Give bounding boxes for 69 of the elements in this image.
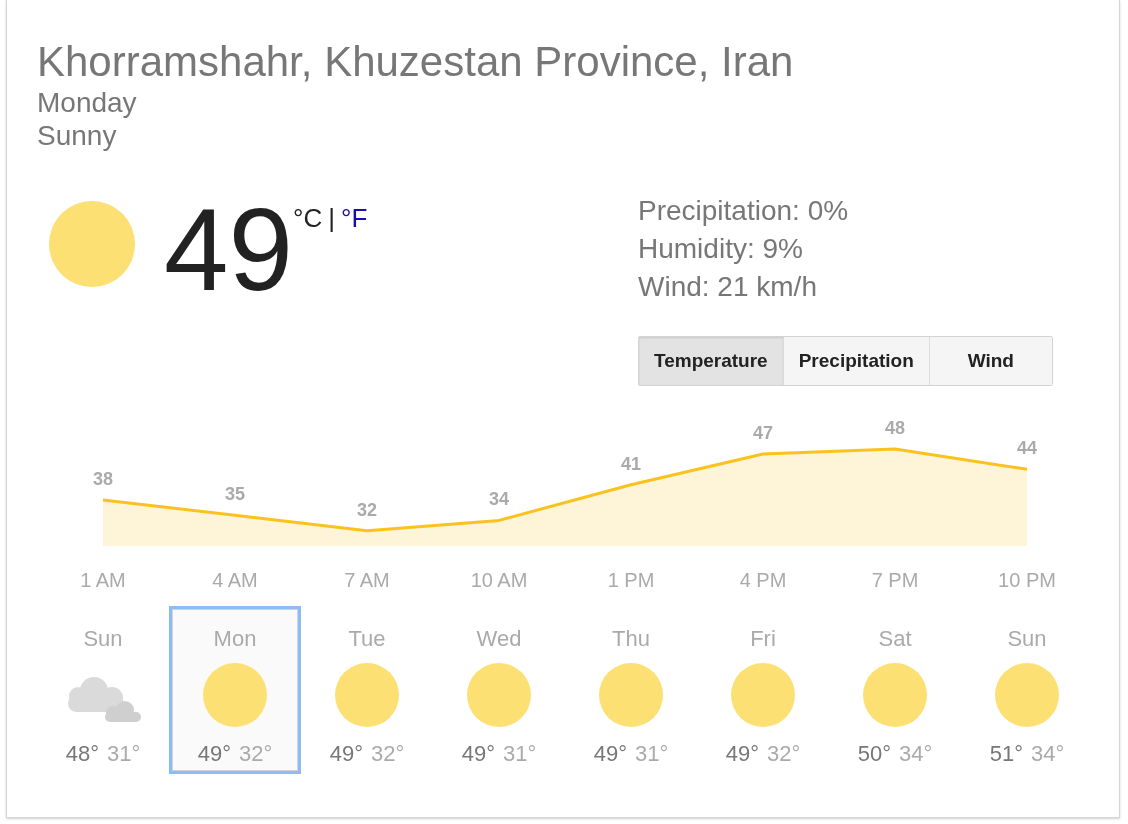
axis-tick-label: 7 AM bbox=[344, 569, 390, 591]
high-temp: 49° bbox=[725, 741, 759, 767]
axis-tick-label: 10 AM bbox=[470, 569, 528, 591]
high-temp: 48° bbox=[65, 741, 99, 767]
forecast-day-tile[interactable]: Thu 49° 31° bbox=[565, 606, 697, 774]
low-temp: 32° bbox=[239, 741, 273, 767]
high-temp: 49° bbox=[197, 741, 231, 767]
day-label: Monday bbox=[37, 86, 138, 119]
forecast-day-tile[interactable]: Sun 51° 34° bbox=[961, 606, 1093, 774]
day-name: Sun bbox=[83, 626, 123, 652]
data-label: 44 bbox=[1017, 438, 1037, 459]
low-temp: 32° bbox=[371, 741, 405, 767]
high-temp: 49° bbox=[461, 741, 495, 767]
day-name: Fri bbox=[750, 626, 776, 652]
chart-tab[interactable]: Temperature bbox=[639, 337, 783, 385]
sun-icon bbox=[863, 663, 927, 727]
condition-text: Sunny bbox=[37, 119, 118, 152]
location-title: Khorramshahr, Khuzestan Province, Iran bbox=[37, 38, 795, 86]
data-label: 38 bbox=[93, 469, 113, 489]
high-temp: 49° bbox=[329, 741, 363, 767]
day-name: Mon bbox=[213, 626, 257, 652]
day-name: Thu bbox=[612, 626, 650, 652]
sun-icon bbox=[335, 663, 399, 727]
sun-icon bbox=[49, 201, 135, 287]
data-label: 34 bbox=[489, 489, 509, 510]
high-temp: 50° bbox=[857, 741, 891, 767]
day-name: Sun bbox=[1007, 626, 1047, 652]
high-temp: 51° bbox=[989, 741, 1023, 767]
temperature-value: 49 bbox=[164, 192, 294, 308]
low-temp: 34° bbox=[1031, 741, 1065, 767]
forecast-day-tile[interactable]: Tue 49° 32° bbox=[301, 606, 433, 774]
data-label: 41 bbox=[621, 453, 641, 474]
low-temp: 31° bbox=[503, 741, 537, 767]
sun-icon bbox=[731, 663, 795, 727]
cloud-icon bbox=[65, 676, 141, 722]
data-label: 48 bbox=[885, 417, 905, 438]
axis-tick-label: 4 AM bbox=[212, 569, 258, 591]
data-label: 35 bbox=[225, 484, 245, 505]
forecast-day-tile[interactable]: Wed 49° 31° bbox=[433, 606, 565, 774]
day-name: Wed bbox=[476, 626, 522, 652]
sun-icon bbox=[599, 663, 663, 727]
sun-icon bbox=[467, 663, 531, 727]
chart-tab[interactable]: Wind bbox=[928, 337, 1052, 385]
axis-tick-label: 1 AM bbox=[80, 569, 126, 591]
axis-tick-label: 4 PM bbox=[739, 569, 787, 591]
sun-icon bbox=[203, 663, 267, 727]
forecast-day-tile[interactable]: Mon 49° 32° bbox=[169, 606, 301, 774]
unit-toggle[interactable]: °C bbox=[293, 203, 323, 233]
forecast-day-tile[interactable]: Sun 48° 31° bbox=[37, 606, 169, 774]
data-label: 32 bbox=[357, 499, 377, 520]
forecast-day-tile[interactable]: Sat 50° 34° bbox=[829, 606, 961, 774]
forecast-day-tile[interactable]: Fri 49° 32° bbox=[697, 606, 829, 774]
unit-separator: | bbox=[328, 203, 335, 233]
low-temp: 31° bbox=[635, 741, 669, 767]
axis-tick-label: 10 PM bbox=[998, 569, 1056, 591]
data-label: 47 bbox=[753, 423, 773, 443]
weather-detail: Precipitation: 0% bbox=[638, 194, 849, 228]
low-temp: 32° bbox=[767, 741, 801, 767]
low-temp: 31° bbox=[107, 741, 141, 767]
weather-detail: Wind: 21 km/h bbox=[638, 270, 817, 304]
axis-tick-label: 7 PM bbox=[871, 569, 919, 591]
sun-icon bbox=[995, 663, 1059, 727]
day-name: Sat bbox=[878, 626, 912, 652]
unit-toggle[interactable]: °F bbox=[341, 203, 368, 233]
high-temp: 49° bbox=[593, 741, 627, 767]
weather-detail: Humidity: 9% bbox=[638, 232, 803, 266]
axis-tick-label: 1 PM bbox=[607, 569, 655, 591]
day-name: Tue bbox=[348, 626, 386, 652]
low-temp: 34° bbox=[899, 741, 933, 767]
